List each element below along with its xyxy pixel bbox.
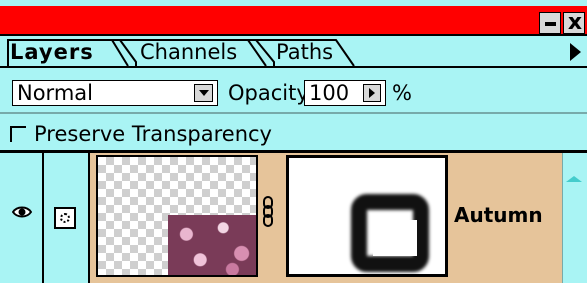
flower-image xyxy=(168,215,256,275)
layer-name[interactable]: Autumn xyxy=(454,202,543,228)
mask-shape-inner xyxy=(373,220,417,256)
panel-titlebar[interactable]: x xyxy=(0,6,587,36)
opacity-label: Opacity: xyxy=(228,81,315,105)
scroll-up-icon[interactable] xyxy=(566,176,582,182)
close-button[interactable]: x xyxy=(563,10,585,35)
opacity-unit: % xyxy=(392,81,412,105)
layer-thumbnail[interactable] xyxy=(96,155,258,277)
minimize-icon xyxy=(545,22,556,26)
layer-mask-thumbnail[interactable] xyxy=(286,155,448,277)
preserve-transparency-checkbox[interactable] xyxy=(10,126,26,142)
close-icon: x xyxy=(567,10,583,35)
eye-icon xyxy=(12,206,32,218)
mask-icon xyxy=(54,207,76,229)
panel-menu-arrow-icon[interactable] xyxy=(570,43,581,61)
tab-channels[interactable]: Channels xyxy=(140,38,237,66)
divider xyxy=(0,112,587,114)
tab-baseline xyxy=(0,66,587,68)
scrollbar[interactable] xyxy=(562,153,587,283)
layer-mask-status[interactable] xyxy=(44,153,90,283)
blend-mode-value: Normal xyxy=(17,81,93,105)
tab-paths[interactable]: Paths xyxy=(276,38,333,66)
opacity-value: 100 xyxy=(309,81,350,105)
tab-layers[interactable]: Layers xyxy=(10,38,94,66)
minimize-button[interactable] xyxy=(539,12,561,34)
link-chain-icon[interactable] xyxy=(262,196,274,228)
opacity-slider-arrow-icon[interactable] xyxy=(363,84,381,102)
blend-mode-select[interactable]: Normal xyxy=(12,80,218,106)
layer-visibility-toggle[interactable] xyxy=(0,153,44,283)
chevron-down-icon[interactable] xyxy=(194,84,213,102)
opacity-field[interactable]: 100 xyxy=(304,80,386,106)
preserve-transparency-label: Preserve Transparency xyxy=(34,122,272,146)
